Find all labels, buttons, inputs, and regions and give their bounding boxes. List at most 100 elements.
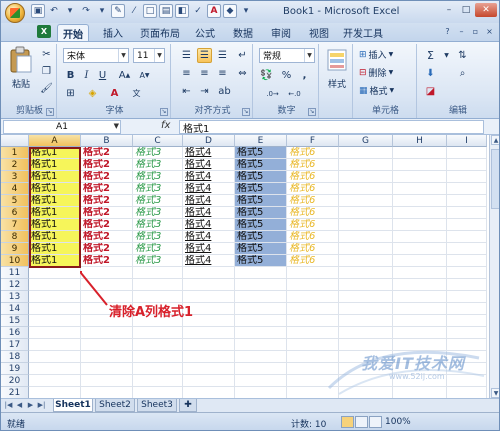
row-header[interactable]: 11 <box>1 267 29 279</box>
cell[interactable] <box>339 147 393 159</box>
insert-sheet-icon[interactable]: ✚ <box>179 399 197 412</box>
cell[interactable] <box>447 315 487 327</box>
cell[interactable] <box>447 375 487 387</box>
cell[interactable] <box>393 147 447 159</box>
maximize-button[interactable]: □ <box>458 3 474 17</box>
cell[interactable] <box>339 243 393 255</box>
comma-style-icon[interactable]: , <box>297 68 312 83</box>
row-header[interactable]: 7 <box>1 219 29 231</box>
cell[interactable] <box>29 363 81 375</box>
cell[interactable] <box>81 375 133 387</box>
format-painter-brush-icon[interactable]: 🖌 <box>39 81 54 96</box>
sheet-tab-3[interactable]: Sheet3 <box>137 399 177 412</box>
cell[interactable] <box>29 315 81 327</box>
cell[interactable] <box>183 375 235 387</box>
cell[interactable] <box>339 327 393 339</box>
cell[interactable] <box>287 327 339 339</box>
tab-home[interactable]: 开始 <box>57 24 89 41</box>
cell[interactable] <box>447 171 487 183</box>
undo-icon[interactable]: ↶ <box>47 4 61 18</box>
cell[interactable] <box>393 363 447 375</box>
vertical-scrollbar[interactable]: ▲ ▼ <box>489 135 499 398</box>
column-header[interactable]: H <box>393 135 447 147</box>
page-break-view-icon[interactable] <box>369 416 382 428</box>
tab-review[interactable]: 审阅 <box>265 24 297 41</box>
increase-decimal-icon[interactable]: .0→ <box>265 86 280 101</box>
find-select-icon[interactable]: ⌕ <box>455 66 470 81</box>
cell[interactable]: 格式3 <box>133 243 183 255</box>
cell[interactable]: 格式2 <box>81 219 133 231</box>
cell[interactable]: 格式3 <box>133 183 183 195</box>
cell[interactable]: 格式1 <box>29 195 81 207</box>
sort-filter-icon[interactable]: ⇅ <box>455 48 470 63</box>
autosum-dropdown-icon[interactable]: ▼ <box>439 48 454 63</box>
scroll-thumb[interactable] <box>491 149 499 209</box>
row-header[interactable]: 17 <box>1 339 29 351</box>
cell[interactable] <box>339 207 393 219</box>
cell[interactable]: 格式5 <box>235 207 287 219</box>
cell[interactable] <box>29 387 81 398</box>
cell[interactable] <box>287 303 339 315</box>
first-sheet-icon[interactable]: |◀ <box>4 401 13 409</box>
cell[interactable] <box>393 351 447 363</box>
cell[interactable]: 格式5 <box>235 255 287 267</box>
cell[interactable] <box>235 303 287 315</box>
next-sheet-icon[interactable]: ▶ <box>26 401 35 409</box>
italic-button[interactable]: I <box>79 68 94 83</box>
cell[interactable] <box>393 195 447 207</box>
cell[interactable] <box>29 375 81 387</box>
cell[interactable] <box>287 267 339 279</box>
cell[interactable] <box>393 171 447 183</box>
cell[interactable]: 格式4 <box>183 195 235 207</box>
cell[interactable] <box>447 339 487 351</box>
clipboard-launcher-icon[interactable]: ↘ <box>46 108 54 116</box>
align-top-icon[interactable]: ☰ <box>179 48 194 63</box>
cell[interactable] <box>447 303 487 315</box>
fill-bucket-icon[interactable]: ◈ <box>85 86 100 101</box>
cell[interactable] <box>339 315 393 327</box>
shrink-font-icon[interactable]: A ▼ <box>137 68 152 83</box>
cell[interactable] <box>447 267 487 279</box>
cell[interactable] <box>339 255 393 267</box>
page-layout-view-icon[interactable] <box>355 416 368 428</box>
row-header[interactable]: 1 <box>1 147 29 159</box>
cell[interactable] <box>447 159 487 171</box>
align-left-icon[interactable]: ≡ <box>179 66 194 81</box>
cell[interactable] <box>393 315 447 327</box>
cell[interactable] <box>235 267 287 279</box>
row-header[interactable]: 18 <box>1 351 29 363</box>
wrap-text-icon[interactable]: ↵ <box>235 48 250 63</box>
cell[interactable] <box>447 183 487 195</box>
cell[interactable]: 格式3 <box>133 159 183 171</box>
cell[interactable]: 格式6 <box>287 231 339 243</box>
cell[interactable] <box>339 183 393 195</box>
column-header[interactable]: E <box>235 135 287 147</box>
cell[interactable] <box>183 351 235 363</box>
cell[interactable]: 格式5 <box>235 171 287 183</box>
cell[interactable] <box>183 363 235 375</box>
cell[interactable] <box>339 351 393 363</box>
cell[interactable]: 格式3 <box>133 207 183 219</box>
cell[interactable] <box>29 279 81 291</box>
sheet-tab-1[interactable]: Sheet1 <box>53 399 93 412</box>
cell[interactable]: 格式1 <box>29 207 81 219</box>
phonetic-icon[interactable]: 文 <box>129 86 144 101</box>
cell[interactable] <box>29 291 81 303</box>
font-size-select[interactable]: 11 ▼ <box>133 48 165 63</box>
cell[interactable] <box>235 339 287 351</box>
cell[interactable] <box>287 315 339 327</box>
cell[interactable] <box>339 339 393 351</box>
percent-icon[interactable]: % <box>279 68 294 83</box>
cell[interactable] <box>447 195 487 207</box>
cell[interactable] <box>287 339 339 351</box>
cell[interactable] <box>29 303 81 315</box>
cell[interactable] <box>393 219 447 231</box>
align-right-icon[interactable]: ≡ <box>215 66 230 81</box>
cell[interactable]: 格式4 <box>183 231 235 243</box>
ribbon-close-icon[interactable]: × <box>484 26 495 37</box>
align-center-icon[interactable]: ≡ <box>197 66 212 81</box>
cell[interactable] <box>339 195 393 207</box>
name-box[interactable]: A1 ▼ <box>3 120 121 134</box>
format-painter-icon[interactable]: ✎ <box>111 4 125 18</box>
customize-qat-icon[interactable]: ▾ <box>239 4 253 18</box>
